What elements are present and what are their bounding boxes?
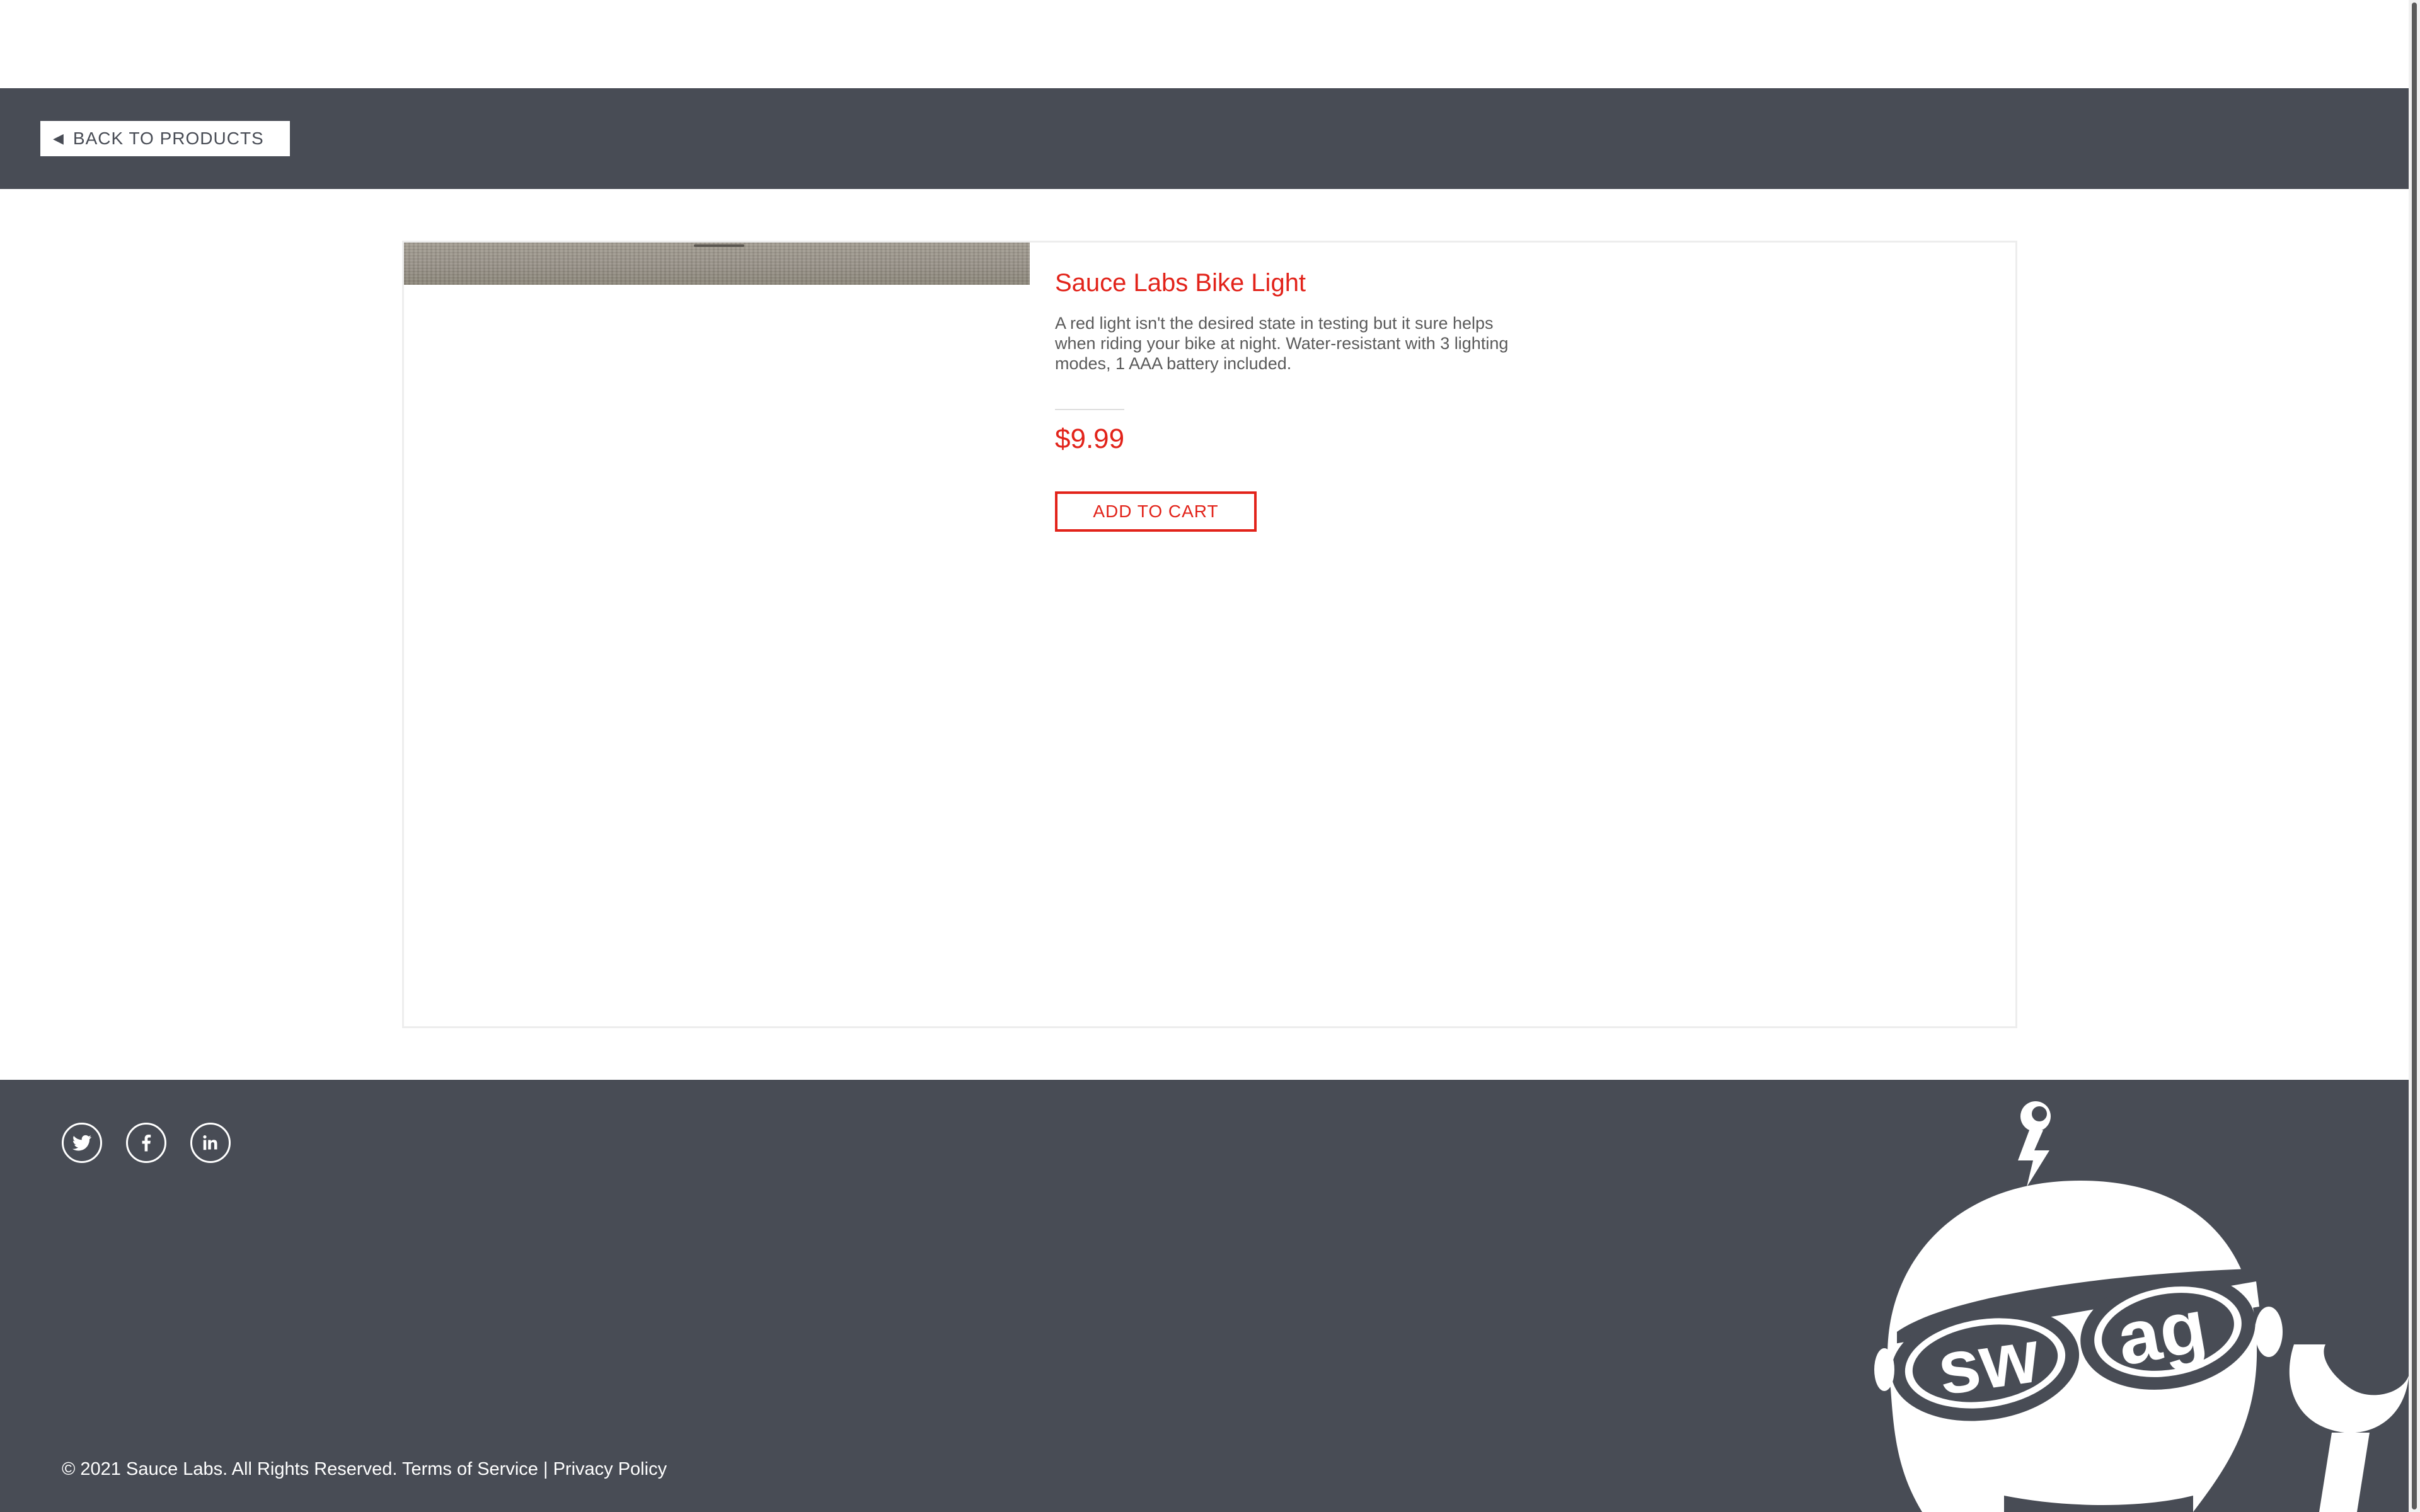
product-description: A red light isn't the desired state in t… [1055,314,1509,373]
top-bar [0,0,2409,88]
secondary-header: ◀ BACK TO PRODUCTS [0,88,2409,189]
product-name: Sauce Labs Bike Light [1055,269,1306,297]
copyright: © 2021 Sauce Labs. All Rights Reserved. … [62,1459,667,1480]
terms-of-service-link[interactable]: Terms of Service [402,1459,538,1479]
footer: © 2021 Sauce Labs. All Rights Reserved. … [0,1080,2409,1512]
facebook-icon[interactable] [126,1123,166,1163]
add-to-cart-button[interactable]: ADD TO CART [1055,491,1257,532]
vertical-scrollbar[interactable] [2409,0,2420,1512]
product-price: $9.99 [1055,423,1125,454]
product-image [404,243,1030,285]
product-details-card: Sauce Labs Bike Light A red light isn't … [402,241,2017,1028]
privacy-policy-link[interactable]: Privacy Policy [553,1459,667,1479]
swag-robot-logo: sw ag [1874,1101,2409,1512]
back-arrow-icon: ◀ [53,130,64,146]
scrollbar-thumb[interactable] [2412,3,2417,1509]
product-info: Sauce Labs Bike Light A red light isn't … [1055,268,1534,532]
linkedin-icon[interactable] [190,1123,231,1163]
copyright-text: © 2021 Sauce Labs. All Rights Reserved. [62,1459,398,1479]
logo-text-right: ag [2111,1283,2212,1382]
image-detail [694,244,744,247]
divider [1055,409,1124,410]
logo-text-left: sw [1932,1314,2044,1411]
footer-separator: | [543,1459,548,1479]
twitter-icon[interactable] [62,1123,102,1163]
social-links [62,1123,231,1163]
back-to-products-label: BACK TO PRODUCTS [72,129,264,148]
back-to-products-button[interactable]: ◀ BACK TO PRODUCTS [40,121,290,156]
